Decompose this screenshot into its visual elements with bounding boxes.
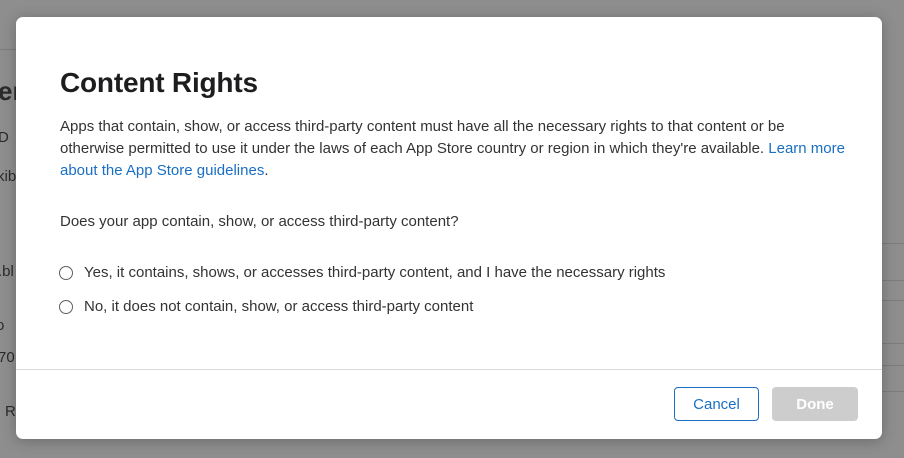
dialog-title: Content Rights [60, 67, 258, 98]
dialog-footer-divider [16, 369, 882, 370]
cancel-button[interactable]: Cancel [674, 387, 759, 421]
background-divider [882, 243, 904, 244]
background-divider [882, 343, 904, 344]
description-period: . [264, 162, 269, 179]
background-text-fragment: o [0, 317, 5, 334]
background-divider [882, 391, 904, 392]
description-text: Apps that contain, show, or access third… [60, 118, 785, 157]
background-text-fragment: 70 [0, 349, 15, 366]
option-yes-label[interactable]: Yes, it contains, shows, or accesses thi… [84, 264, 665, 281]
radio-no[interactable] [59, 299, 73, 314]
content-rights-dialog: Content Rights Apps that contain, show, … [16, 17, 882, 439]
background-divider [882, 365, 904, 366]
background-text-fragment: R [5, 403, 16, 420]
background-divider [882, 300, 904, 301]
option-no[interactable]: No, it does not contain, show, or access… [59, 298, 473, 315]
radio-yes[interactable] [59, 265, 73, 280]
background-text-fragment: D [0, 129, 9, 146]
dialog-description: Apps that contain, show, or access third… [60, 116, 850, 182]
background-text-fragment: .bl [0, 263, 14, 280]
third-party-question: Does your app contain, show, or access t… [60, 213, 459, 230]
option-no-label[interactable]: No, it does not contain, show, or access… [84, 298, 473, 315]
done-button[interactable]: Done [772, 387, 858, 421]
background-divider [0, 49, 16, 50]
option-yes[interactable]: Yes, it contains, shows, or accesses thi… [59, 264, 665, 281]
background-text-fragment: kib [0, 168, 17, 185]
background-divider [882, 280, 904, 281]
